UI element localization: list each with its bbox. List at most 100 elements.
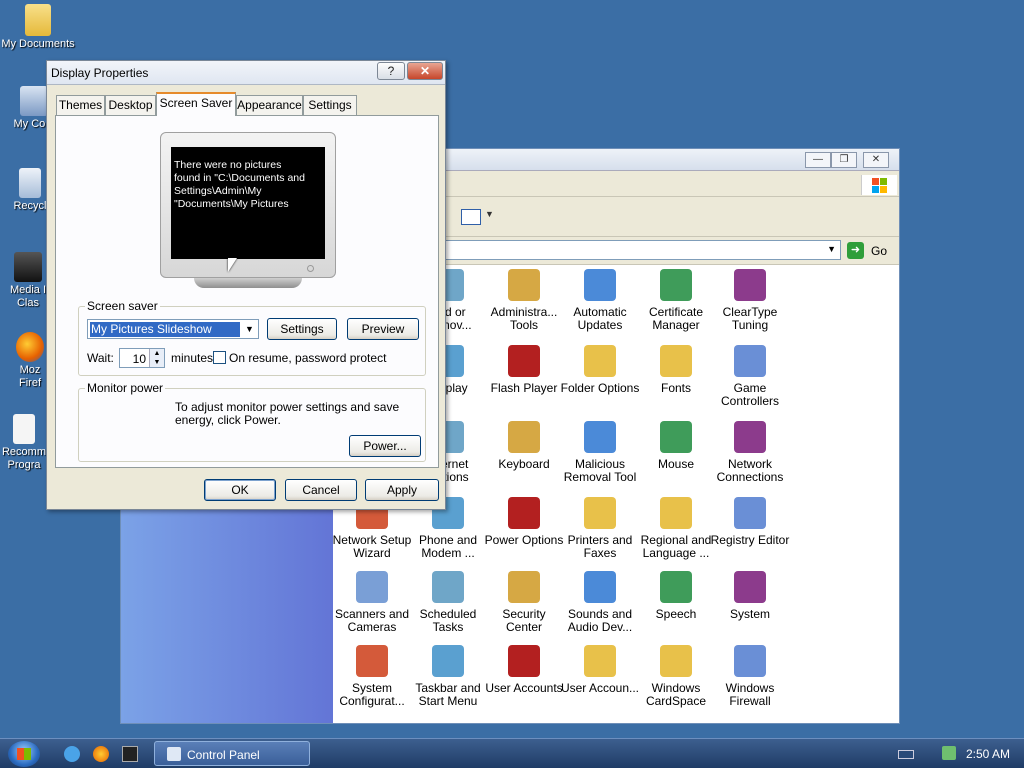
- taskbar-item-control-panel[interactable]: Control Panel: [154, 741, 310, 766]
- cp-item[interactable]: Taskbar and Start Menu: [407, 645, 489, 708]
- scheduled-tasks-icon: [432, 571, 464, 603]
- password-label: On resume, password protect: [229, 351, 387, 365]
- cp-item-label: Scanners and Cameras: [334, 607, 410, 634]
- go-label: Go: [871, 244, 888, 258]
- desktop-icon-label: Moz Firef: [19, 364, 41, 389]
- cp-item[interactable]: System: [709, 571, 791, 621]
- cleartype-icon: [734, 269, 766, 301]
- cp-item[interactable]: Printers and Faxes: [559, 497, 641, 560]
- firefox-icon: [16, 332, 44, 362]
- scanner-icon: [356, 571, 388, 603]
- dialog-title: Display Properties: [51, 66, 149, 80]
- tab-screen-saver[interactable]: Screen Saver: [156, 92, 236, 116]
- preview-button[interactable]: Preview: [347, 318, 419, 340]
- network-tray-icon[interactable]: [942, 746, 956, 760]
- clock[interactable]: 2:50 AM: [966, 747, 1010, 761]
- tab-settings[interactable]: Settings: [303, 95, 357, 115]
- cp-item[interactable]: Administra... Tools: [483, 269, 565, 332]
- display-properties-dialog: Display Properties ? ✕ Themes Desktop Sc…: [46, 60, 446, 510]
- close-button[interactable]: ✕: [863, 152, 889, 168]
- apply-button[interactable]: Apply: [365, 479, 439, 501]
- cp-item[interactable]: Network Connections: [709, 421, 791, 484]
- cp-item-label: Administra... Tools: [490, 305, 558, 332]
- help-button[interactable]: ?: [377, 62, 405, 80]
- desktop-icon-my-documents[interactable]: My Documents: [0, 4, 76, 51]
- cp-item[interactable]: System Configurat...: [331, 645, 413, 708]
- cp-item[interactable]: User Accounts: [483, 645, 565, 695]
- taskbar-item-label: Control Panel: [187, 748, 260, 762]
- quicklaunch-firefox-icon[interactable]: [93, 746, 109, 762]
- screensaver-select[interactable]: My Pictures Slideshow ▼: [87, 319, 259, 339]
- folder-options-icon: [584, 345, 616, 377]
- spin-up-icon[interactable]: ▲: [149, 349, 164, 358]
- wait-value: 10: [132, 352, 146, 366]
- cp-item[interactable]: Power Options: [483, 497, 565, 547]
- wait-stepper[interactable]: 10 ▲ ▼: [119, 348, 165, 368]
- monitor-power-description: To adjust monitor power settings and sav…: [175, 400, 400, 427]
- cp-item[interactable]: Automatic Updates: [559, 269, 641, 332]
- quicklaunch-ie-icon[interactable]: [64, 746, 80, 762]
- cp-item[interactable]: Keyboard: [483, 421, 565, 471]
- taskbar: Control Panel 2:50 AM: [0, 738, 1024, 768]
- views-button[interactable]: ▼: [459, 207, 494, 227]
- cp-item-label: ClearType Tuning: [722, 305, 778, 332]
- media-player-icon: [14, 252, 42, 282]
- dialog-titlebar[interactable]: Display Properties ? ✕: [47, 61, 445, 85]
- energy-star-icon: [91, 405, 161, 439]
- cp-item-label: Automatic Updates: [573, 305, 627, 332]
- chevron-down-icon: ▼: [485, 209, 494, 219]
- cp-item[interactable]: Folder Options: [559, 345, 641, 395]
- cp-item-label: Flash Player: [490, 381, 558, 395]
- restore-button[interactable]: ❐: [831, 152, 857, 168]
- cp-item-label: Power Options: [484, 533, 564, 547]
- cp-item[interactable]: User Accoun...: [559, 645, 641, 695]
- power-icon: [508, 497, 540, 529]
- keyboard-tray-icon[interactable]: [898, 750, 914, 759]
- cp-item[interactable]: Sounds and Audio Dev...: [559, 571, 641, 634]
- cancel-button[interactable]: Cancel: [285, 479, 357, 501]
- start-button[interactable]: [8, 741, 40, 767]
- cp-item[interactable]: Flash Player: [483, 345, 565, 395]
- cp-item[interactable]: Scheduled Tasks: [407, 571, 489, 634]
- minimize-button[interactable]: —: [805, 152, 831, 168]
- spin-down-icon[interactable]: ▼: [149, 358, 164, 367]
- cp-item[interactable]: Game Controllers: [709, 345, 791, 408]
- cp-item[interactable]: Windows Firewall: [709, 645, 791, 708]
- cp-item[interactable]: Scanners and Cameras: [331, 571, 413, 634]
- cp-item-label: Folder Options: [560, 381, 640, 395]
- cp-item[interactable]: Speech: [635, 571, 717, 621]
- cp-item[interactable]: Malicious Removal Tool: [559, 421, 641, 484]
- firewall-icon: [734, 645, 766, 677]
- monitor-power-light-icon: [307, 265, 314, 272]
- settings-button[interactable]: Settings: [267, 318, 337, 340]
- cp-item[interactable]: ClearType Tuning: [709, 269, 791, 332]
- chevron-down-icon[interactable]: ▼: [827, 244, 836, 254]
- folder-icon: [25, 4, 51, 36]
- flash-icon: [508, 345, 540, 377]
- tab-themes[interactable]: Themes: [56, 95, 105, 115]
- screen-saver-panel: There were no pictures found in "C:\Docu…: [55, 115, 439, 468]
- power-button[interactable]: Power...: [349, 435, 421, 457]
- tab-appearance[interactable]: Appearance: [236, 95, 303, 115]
- cp-item[interactable]: Fonts: [635, 345, 717, 395]
- close-button[interactable]: ✕: [407, 62, 443, 80]
- cp-item[interactable]: Regional and Language ...: [635, 497, 717, 560]
- monitor-preview: There were no pictures found in "C:\Docu…: [160, 132, 336, 288]
- cp-item[interactable]: Mouse: [635, 421, 717, 471]
- network-icon: [734, 421, 766, 453]
- cp-item[interactable]: Certificate Manager: [635, 269, 717, 332]
- cp-item[interactable]: Security Center: [483, 571, 565, 634]
- cp-item-label: Speech: [655, 607, 697, 621]
- tab-desktop[interactable]: Desktop: [105, 95, 156, 115]
- cp-item[interactable]: Windows CardSpace: [635, 645, 717, 708]
- cp-item[interactable]: Registry Editor: [709, 497, 791, 547]
- cp-item-label: System Configurat...: [339, 681, 405, 708]
- password-checkbox[interactable]: [213, 351, 226, 364]
- fonts-icon: [660, 345, 692, 377]
- chevron-down-icon[interactable]: ▼: [241, 320, 258, 338]
- windows-logo-icon: [17, 748, 31, 760]
- quicklaunch-media-icon[interactable]: [122, 746, 138, 762]
- ok-button[interactable]: OK: [204, 479, 276, 501]
- go-button[interactable]: ➜ Go: [847, 241, 893, 261]
- cp-item-label: Registry Editor: [710, 533, 790, 547]
